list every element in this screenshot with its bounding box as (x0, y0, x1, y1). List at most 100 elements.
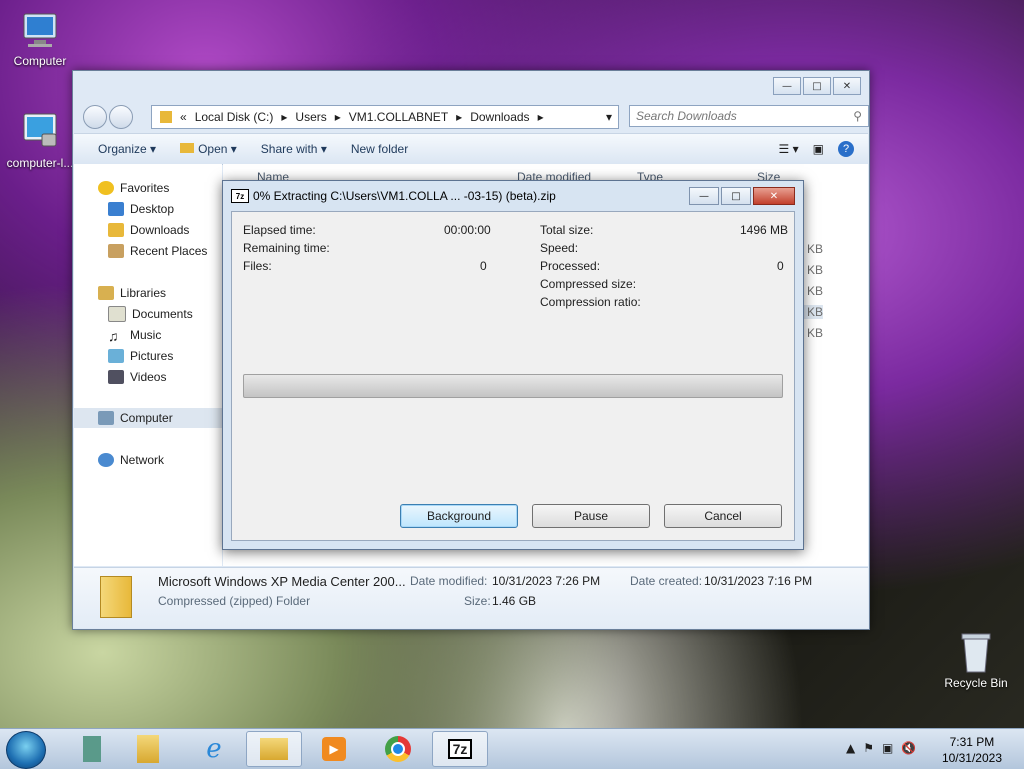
remote-computer-icon (18, 110, 62, 154)
nav-favorites[interactable]: Favorites (98, 178, 169, 198)
address-bar[interactable]: « Local Disk (C:) ▸ Users ▸ VM1.COLLABNE… (151, 105, 619, 129)
background-button[interactable]: Background (400, 504, 518, 528)
close-button[interactable]: ✕ (833, 77, 861, 95)
volume-muted-icon[interactable]: 🔇 (901, 741, 916, 755)
folder-icon (160, 111, 172, 123)
elapsed-time-value: 00:00:00 (444, 223, 491, 237)
navigation-pane: Favorites Desktop Downloads Recent Place… (74, 164, 222, 566)
desktop-icon-computer-link[interactable]: computer-l... (0, 110, 80, 170)
total-size-label: Total size: (540, 223, 594, 237)
downloads-folder-icon (108, 223, 124, 237)
internet-explorer-icon: e (206, 734, 222, 764)
clock-date: 10/31/2023 (941, 751, 1002, 765)
breadcrumb-user[interactable]: VM1.COLLABNET (349, 110, 448, 124)
system-tray: ▲ ⚑ ▣ 🔇 (846, 741, 916, 755)
nav-libraries[interactable]: Libraries (98, 283, 166, 303)
taskbar-app-libraries[interactable] (120, 731, 176, 767)
date-modified-label: Date modified: (410, 574, 488, 588)
address-row: « Local Disk (C:) ▸ Users ▸ VM1.COLLABNE… (81, 103, 869, 129)
libraries-icon (137, 735, 159, 763)
back-button[interactable] (83, 105, 107, 129)
desktop-icon-recycle-bin[interactable]: Recycle Bin (936, 630, 1016, 690)
dialog-close-button[interactable]: ✕ (753, 187, 795, 205)
new-folder-button[interactable]: New folder (351, 142, 408, 156)
organize-button[interactable]: Organize ▾ (98, 142, 156, 156)
maximize-button[interactable]: □ (803, 77, 831, 95)
minimize-button[interactable]: — (773, 77, 801, 95)
cancel-button[interactable]: Cancel (664, 504, 782, 528)
size-label: Size: (464, 594, 491, 608)
taskbar-app-internet-explorer[interactable]: e (186, 731, 242, 767)
breadcrumb-local-disk[interactable]: Local Disk (C:) (195, 110, 274, 124)
details-pane: Microsoft Windows XP Media Center 200...… (74, 567, 868, 628)
show-hidden-icons-icon[interactable]: ▲ (846, 741, 855, 755)
folder-icon (180, 143, 195, 153)
taskbar-app-media-player[interactable]: ▶ (306, 731, 362, 767)
dialog-maximize-button[interactable]: □ (721, 187, 751, 205)
breadcrumb-separator-icon: ▸ (537, 110, 544, 124)
nav-documents[interactable]: Documents (108, 304, 193, 324)
nav-computer[interactable]: Computer (74, 408, 222, 428)
videos-icon (108, 370, 124, 384)
extract-progress-dialog: 7z 0% Extracting C:\Users\VM1.COLLA ... … (222, 180, 804, 550)
nav-recent-places[interactable]: Recent Places (108, 241, 207, 261)
clock[interactable]: 7:31 PM 10/31/2023 (942, 734, 1002, 766)
search-placeholder: Search Downloads (636, 109, 737, 123)
start-button[interactable] (6, 731, 46, 769)
pictures-icon (108, 349, 124, 363)
elapsed-time-label: Elapsed time: (243, 223, 316, 237)
action-center-icon[interactable]: ⚑ (863, 741, 874, 755)
network-status-icon[interactable]: ▣ (882, 741, 893, 755)
date-created-value: 10/31/2023 7:16 PM (704, 574, 813, 588)
dialog-minimize-button[interactable]: — (689, 187, 719, 205)
documents-icon (108, 306, 126, 322)
star-icon (98, 181, 114, 195)
sevenzip-icon: 7z (447, 739, 473, 759)
date-created-label: Date created: (630, 574, 703, 588)
search-input[interactable]: Search Downloads ⚲ (629, 105, 869, 127)
folder-icon (260, 738, 288, 760)
selected-file-type: Compressed (zipped) Folder (158, 594, 311, 608)
taskbar-app-unknown[interactable] (64, 731, 120, 767)
dialog-window-controls: — □ ✕ (689, 187, 795, 205)
taskbar-app-chrome[interactable] (370, 731, 426, 767)
desktop-icon-label: Computer (13, 54, 67, 68)
desktop-icon-label: computer-l... (6, 156, 74, 170)
clock-time: 7:31 PM (949, 735, 995, 749)
explorer-window-controls: — □ ✕ (773, 77, 861, 95)
breadcrumb-separator-icon: ▸ (334, 110, 341, 124)
address-prefix: « (180, 110, 187, 124)
files-label: Files: (243, 259, 272, 273)
share-with-button[interactable]: Share with ▾ (261, 142, 327, 156)
nav-desktop[interactable]: Desktop (108, 199, 174, 219)
processed-label: Processed: (540, 259, 601, 273)
nav-music[interactable]: ♫ Music (108, 325, 161, 345)
open-button[interactable]: Open ▾ (180, 142, 237, 156)
breadcrumb-downloads[interactable]: Downloads (470, 110, 529, 124)
nav-videos[interactable]: Videos (108, 367, 166, 387)
address-dropdown-icon[interactable]: ▾ (606, 110, 612, 124)
preview-pane-icon[interactable]: ▣ (813, 142, 824, 156)
breadcrumb-users[interactable]: Users (295, 110, 326, 124)
computer-icon (18, 8, 62, 52)
speed-label: Speed: (540, 241, 579, 255)
compression-ratio-label: Compression ratio: (540, 295, 641, 309)
taskbar-app-7zip[interactable]: 7z (432, 731, 488, 767)
help-icon[interactable]: ? (838, 141, 854, 157)
network-icon (98, 453, 114, 467)
search-icon: ⚲ (853, 109, 862, 123)
desktop-icon-label: Recycle Bin (944, 676, 1008, 690)
pause-button[interactable]: Pause (532, 504, 650, 528)
nav-pictures[interactable]: Pictures (108, 346, 173, 366)
files-value: 0 (480, 259, 487, 273)
extraction-progress-bar (243, 374, 783, 398)
nav-network[interactable]: Network (98, 450, 164, 470)
nav-downloads[interactable]: Downloads (108, 220, 189, 240)
sevenzip-icon: 7z (231, 189, 249, 203)
server-manager-icon (83, 736, 101, 762)
size-value: 1.46 GB (492, 594, 537, 608)
taskbar-app-explorer[interactable] (246, 731, 302, 767)
forward-button[interactable] (109, 105, 133, 129)
view-options-icon[interactable]: ☰ ▾ (779, 142, 799, 156)
desktop-icon-computer[interactable]: Computer (0, 8, 80, 68)
